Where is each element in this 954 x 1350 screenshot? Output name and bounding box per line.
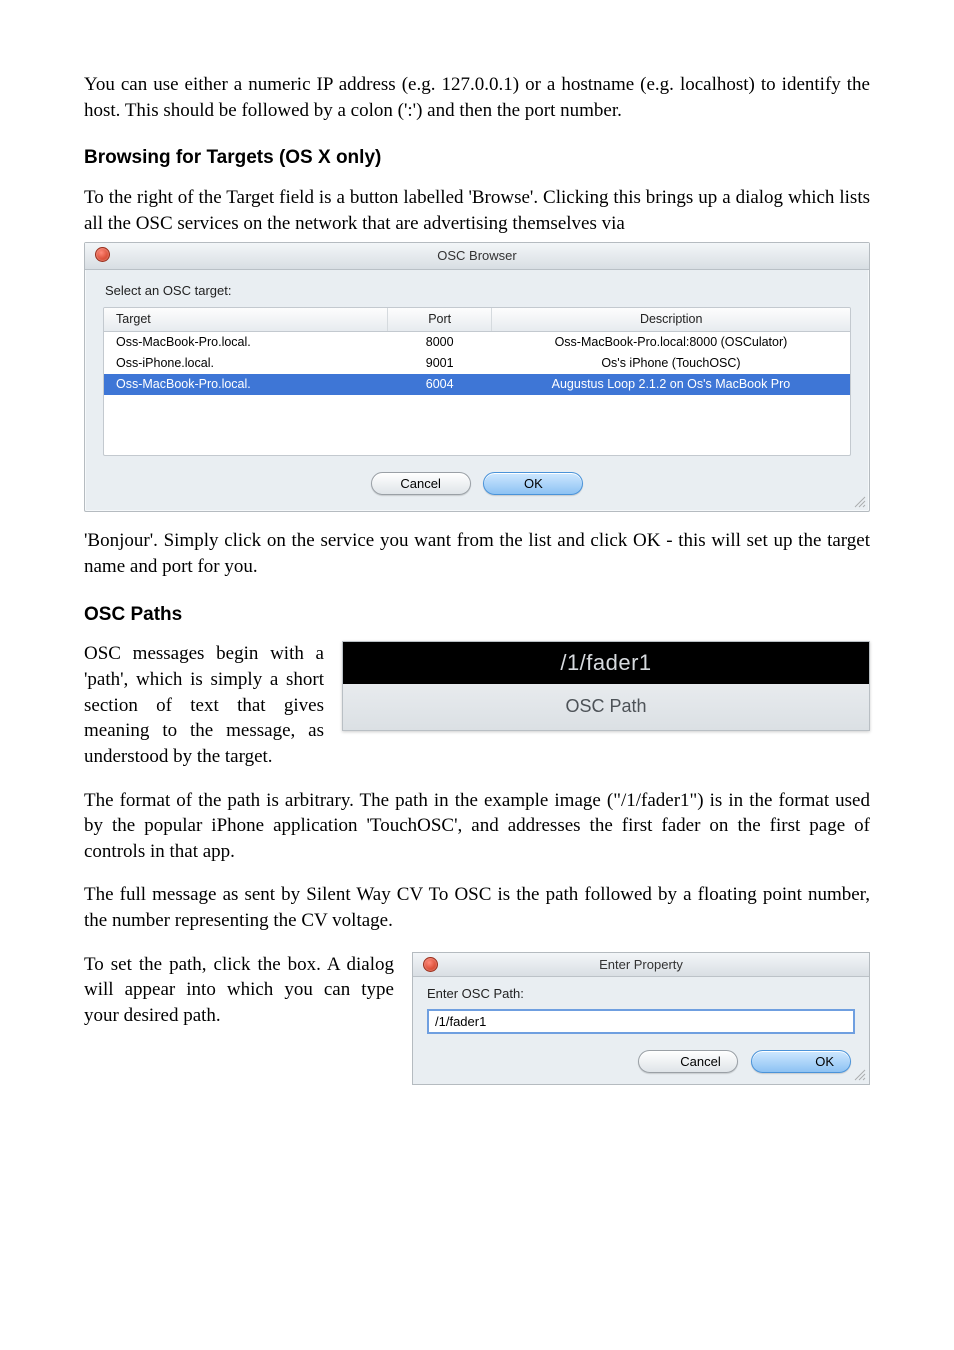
close-icon[interactable] <box>423 957 438 972</box>
cell-target: Oss-MacBook-Pro.local. <box>104 374 387 395</box>
close-icon[interactable] <box>95 247 110 262</box>
enter-property-dialog: Enter Property Enter OSC Path: Cancel OK <box>412 952 870 1085</box>
enter-property-title: Enter Property <box>599 957 683 972</box>
ok-button[interactable]: OK <box>751 1050 851 1074</box>
enter-property-titlebar: Enter Property <box>413 953 869 978</box>
osc-path-input[interactable] <box>427 1009 855 1034</box>
col-target[interactable]: Target <box>104 308 387 331</box>
osc-path-display[interactable]: /1/fader1 OSC Path <box>342 641 870 731</box>
cell-desc: Oss-MacBook-Pro.local:8000 (OSCulator) <box>492 332 850 353</box>
osc-browser-prompt: Select an OSC target: <box>105 282 851 300</box>
table-row[interactable]: Oss-MacBook-Pro.local. 8000 Oss-MacBook-… <box>104 332 850 353</box>
ok-button[interactable]: OK <box>483 472 583 496</box>
cell-port: 6004 <box>387 374 491 395</box>
cell-desc: Augustus Loop 2.1.2 on Os's MacBook Pro <box>492 374 850 395</box>
osc-browser-titlebar: OSC Browser <box>85 243 869 270</box>
paragraph-after-browser: 'Bonjour'. Simply click on the service y… <box>84 528 870 579</box>
cell-target: Oss-MacBook-Pro.local. <box>104 332 387 353</box>
cell-target: Oss-iPhone.local. <box>104 353 387 374</box>
cell-desc: Os's iPhone (TouchOSC) <box>492 353 850 374</box>
osc-browser-title: OSC Browser <box>437 248 516 263</box>
paragraph-osc-paths-3: The full message as sent by Silent Way C… <box>84 882 870 933</box>
heading-osc-paths: OSC Paths <box>84 602 870 628</box>
osc-browser-table: Target Port Description Oss-MacBook-Pro.… <box>103 307 851 456</box>
col-description[interactable]: Description <box>492 308 850 331</box>
resize-grip-icon[interactable] <box>852 1067 866 1081</box>
heading-browsing: Browsing for Targets (OS X only) <box>84 145 870 171</box>
osc-browser-dialog: OSC Browser Select an OSC target: Target… <box>84 242 870 512</box>
cell-port: 8000 <box>387 332 491 353</box>
col-port[interactable]: Port <box>387 308 491 331</box>
osc-path-value: /1/fader1 <box>343 642 869 684</box>
paragraph-osc-paths-2: The format of the path is arbitrary. The… <box>84 788 870 865</box>
table-blank <box>104 395 850 455</box>
table-row[interactable]: Oss-iPhone.local. 9001 Os's iPhone (Touc… <box>104 353 850 374</box>
resize-grip-icon[interactable] <box>852 494 866 508</box>
paragraph-osc-paths-1: OSC messages begin with a 'path', which … <box>84 641 324 769</box>
cancel-button[interactable]: Cancel <box>371 472 471 496</box>
paragraph-intro1: You can use either a numeric IP address … <box>84 72 870 123</box>
paragraph-osc-paths-4: To set the path, click the box. A dialog… <box>84 952 394 1029</box>
osc-path-label: OSC Path <box>343 684 869 730</box>
cell-port: 9001 <box>387 353 491 374</box>
paragraph-intro2: To the right of the Target field is a bu… <box>84 185 870 236</box>
enter-property-label: Enter OSC Path: <box>427 985 855 1003</box>
table-row[interactable]: Oss-MacBook-Pro.local. 6004 Augustus Loo… <box>104 374 850 395</box>
cancel-button[interactable]: Cancel <box>638 1050 738 1074</box>
